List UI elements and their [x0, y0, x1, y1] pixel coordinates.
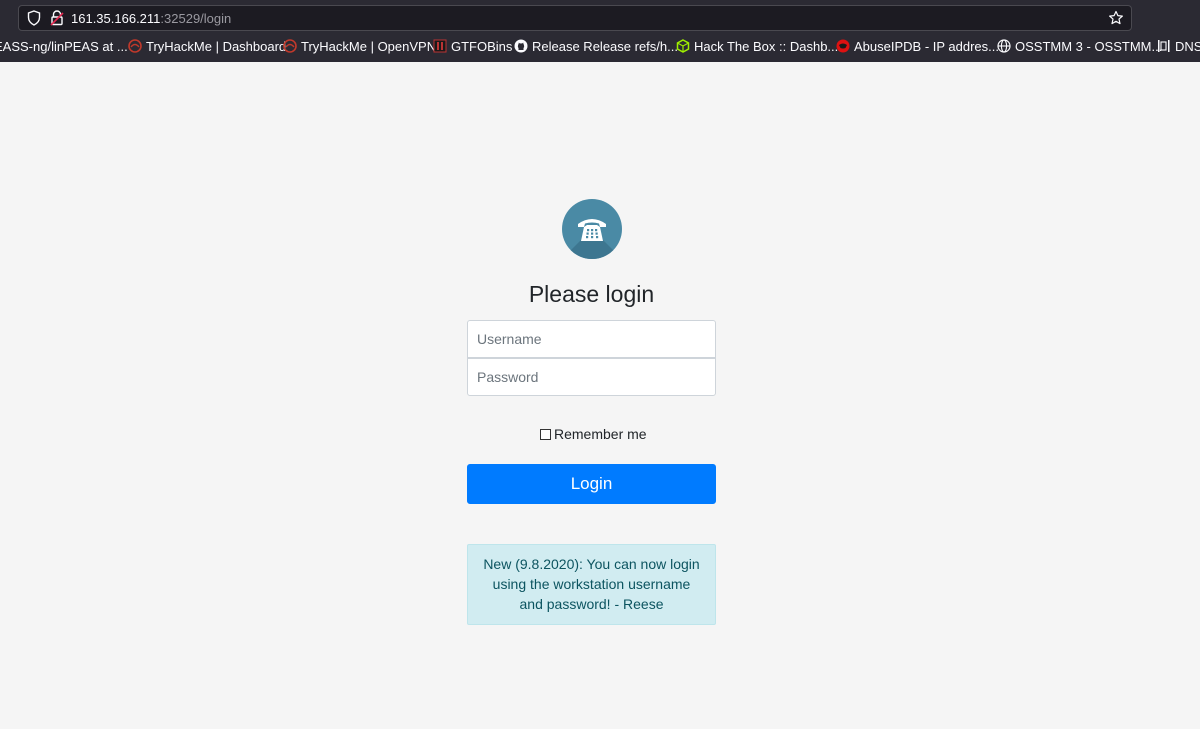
shield-icon[interactable] — [27, 10, 41, 26]
dns-icon — [1157, 39, 1171, 53]
remember-me[interactable]: Remember me — [540, 426, 647, 444]
bookmarks-bar: EASS-ng/linPEAS at ... TryHackMe | Dashb… — [0, 36, 1200, 58]
bookmark-osstmm[interactable]: OSSTMM 3 - OSSTMM... — [997, 38, 1162, 56]
bookmark-gtfobins[interactable]: GTFOBins — [433, 38, 512, 56]
notice-alert: New (9.8.2020): You can now login using … — [467, 544, 716, 625]
url-path: :32529/login — [160, 11, 232, 26]
remember-me-label: Remember me — [554, 426, 647, 442]
bookmark-github-release[interactable]: Release Release refs/h... — [514, 38, 678, 56]
bookmark-tryhackme-openvpn[interactable]: TryHackMe | OpenVPN — [283, 38, 436, 56]
bookmark-abuseipdb[interactable]: AbuseIPDB - IP addres... — [836, 38, 999, 56]
remember-me-checkbox[interactable] — [540, 429, 551, 440]
login-button[interactable]: Login — [467, 464, 716, 504]
password-input[interactable] — [467, 358, 716, 396]
address-bar[interactable]: 161.35.166.211:32529/login — [18, 5, 1132, 31]
url-host: 161.35.166.211 — [71, 11, 161, 26]
phone-logo — [562, 199, 622, 259]
bookmark-linpeas[interactable]: EASS-ng/linPEAS at ... — [0, 38, 128, 56]
page-title: Please login — [528, 281, 655, 307]
abuseipdb-icon — [836, 39, 850, 53]
bookmark-dns[interactable]: DNS — [1157, 38, 1200, 56]
bookmark-tryhackme-dashboard[interactable]: TryHackMe | Dashboard — [128, 38, 286, 56]
url-text[interactable]: 161.35.166.211:32529/login — [71, 11, 231, 26]
tryhackme-icon — [128, 39, 142, 53]
insecure-lock-icon[interactable] — [50, 10, 64, 26]
telephone-icon — [578, 219, 606, 241]
tryhackme-icon — [283, 39, 297, 53]
bookmark-hackthebox[interactable]: Hack The Box :: Dashb... — [676, 38, 838, 56]
gtfobins-icon — [433, 39, 447, 53]
github-icon — [514, 39, 528, 53]
hackthebox-icon — [676, 39, 690, 53]
browser-toolbar: 161.35.166.211:32529/login EASS-ng/linPE… — [0, 0, 1200, 62]
username-input[interactable] — [467, 320, 716, 358]
globe-icon — [997, 39, 1011, 53]
bookmark-star-icon[interactable] — [1108, 10, 1124, 26]
